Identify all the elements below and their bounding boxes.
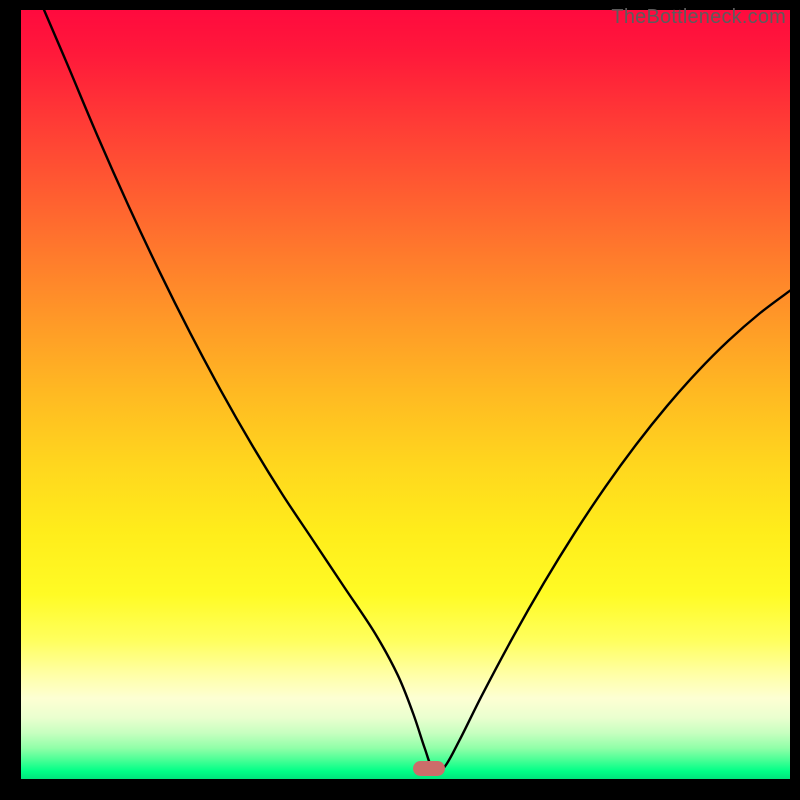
watermark-text: TheBottleneck.com xyxy=(611,6,786,29)
optimal-range-marker xyxy=(413,761,445,776)
bottleneck-curve xyxy=(21,10,790,779)
plot-area xyxy=(21,10,790,779)
chart-frame: TheBottleneck.com xyxy=(0,0,800,800)
